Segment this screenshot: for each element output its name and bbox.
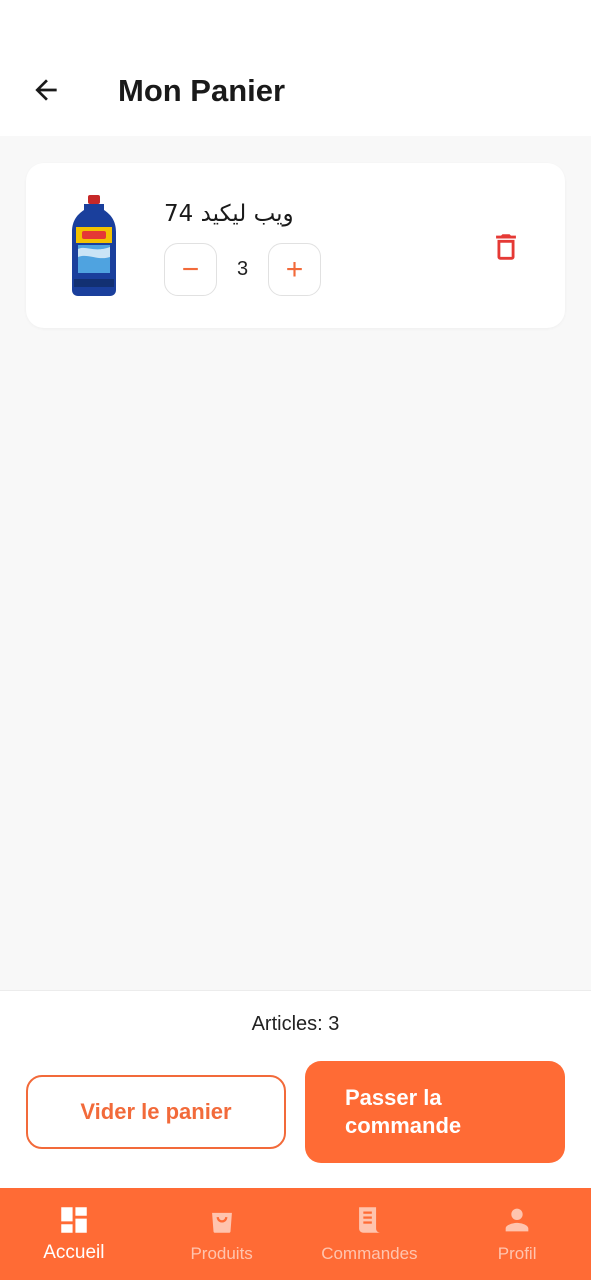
bottom-navigation: Accueil Produits Commandes Profil xyxy=(0,1188,591,1280)
product-name: ويب ليكيد 74 xyxy=(164,201,294,227)
nav-item-profil[interactable]: Profil xyxy=(443,1188,591,1280)
receipt-icon xyxy=(359,1207,381,1233)
place-order-button[interactable]: Passer la commande xyxy=(305,1061,565,1163)
cart-item-card: ويب ليكيد 74 − 3 + xyxy=(26,163,565,328)
dashboard-icon xyxy=(61,1207,87,1233)
nav-label: Accueil xyxy=(43,1242,105,1263)
nav-label: Produits xyxy=(190,1244,253,1263)
nav-item-produits[interactable]: Produits xyxy=(148,1188,296,1280)
cart-screen: Mon Panier ويب ليكيد 74 − 3 + Articles: … xyxy=(0,0,591,1280)
back-button[interactable] xyxy=(26,70,66,110)
shopping-bag-icon xyxy=(211,1212,232,1233)
nav-label: Commandes xyxy=(321,1244,418,1263)
articles-count: Articles: 3 xyxy=(251,1013,340,1035)
person-icon xyxy=(505,1208,529,1232)
nav-label: Profil xyxy=(497,1244,537,1263)
quantity-increase-button[interactable]: + xyxy=(268,243,321,296)
quantity-value: 3 xyxy=(236,258,249,280)
nav-item-commandes[interactable]: Commandes xyxy=(296,1188,444,1280)
delete-item-button[interactable] xyxy=(484,225,528,269)
cart-summary: Articles: 3 Vider le panier Passer la co… xyxy=(0,990,591,1188)
quantity-decrease-button[interactable]: − xyxy=(164,243,217,296)
app-header: Mon Panier xyxy=(0,0,591,136)
clear-cart-button[interactable]: Vider le panier xyxy=(26,1075,286,1149)
nav-item-accueil[interactable]: Accueil xyxy=(0,1188,148,1280)
page-title: Mon Panier xyxy=(118,73,286,108)
trash-icon xyxy=(496,234,516,260)
arrow-left-icon xyxy=(35,79,57,101)
detergent-bottle-icon xyxy=(72,195,116,296)
